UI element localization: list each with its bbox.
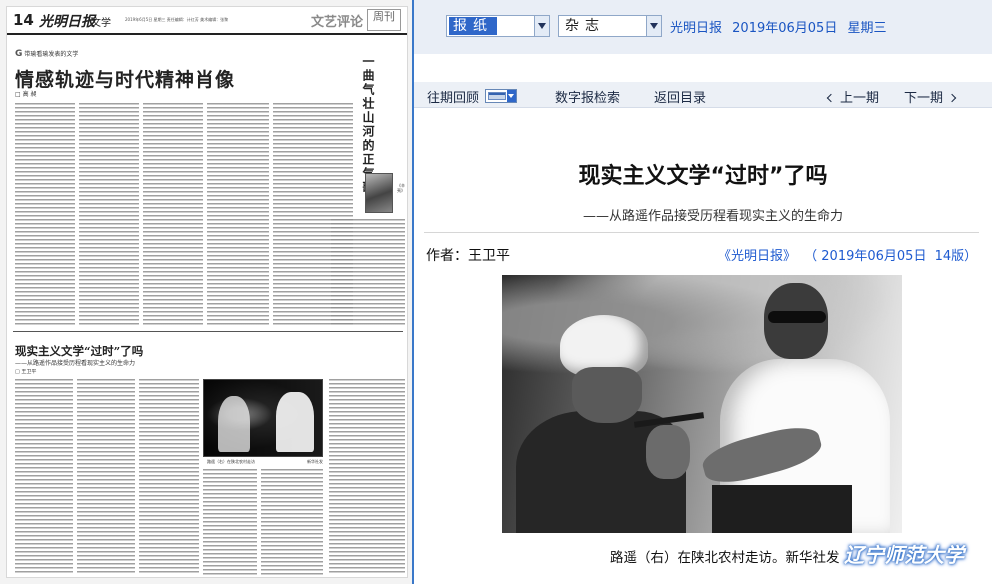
body-text-column [15,379,73,575]
title-divider [424,232,979,233]
photo-figure [218,396,250,452]
chevron-left-icon [826,93,836,102]
body-text-column [207,103,269,325]
photo-caption: 路遥（右）在陕北农村走访。新华社发 [610,550,840,566]
article-photo-thumbnail[interactable] [203,379,323,457]
chevron-down-icon [507,90,516,102]
newspaper-page-image[interactable]: 14 光明日报 文学 2019年6月5日 星期三 责任编辑：计红芳 美术编辑：张… [6,6,408,578]
tagline-text: 带瑜看瑜发表的文学 [24,51,79,58]
body-text-column [331,219,405,325]
lead-article-headline[interactable]: 情感轨迹与时代精神肖像 [15,65,235,92]
body-text-column [329,379,405,575]
page-header-info: 2019年6月5日 星期三 责任编辑：计红芳 美术编辑：张黎 [125,17,229,22]
article-subtitle: ——从路遥作品接受历程看现实主义的生命力 [582,209,843,224]
current-issue-label: 光明日报 2019年06月05日 星期三 [670,17,892,36]
body-text-column [15,103,75,325]
book-caption: 《辛夷》 [397,183,405,193]
source-paper: 《光明日报》 [718,249,797,264]
article-title: 现实主义文学“过时”了吗 [578,164,828,189]
newspaper-page-panel: 14 光明日报 文学 2019年6月5日 星期三 责任编辑：计红芳 美术编辑：张… [0,0,414,584]
type-select-value: 报纸 [449,17,497,35]
book-cover-image [365,173,393,213]
magazine-select[interactable]: 杂志 [558,15,662,37]
newspaper-masthead: 14 光明日报 文学 2019年6月5日 星期三 责任编辑：计红芳 美术编辑：张… [7,7,407,35]
calendar-dropdown-button[interactable] [485,89,517,103]
thumbnail-photo-credit: 新华社发 [307,459,323,464]
type-select[interactable]: 报纸 [446,15,550,37]
prev-issue-link[interactable]: 上一期 [822,87,879,106]
photo-figure [712,485,852,533]
next-issue-link[interactable]: 下一期 [904,87,961,106]
chevron-down-icon[interactable] [534,16,549,36]
body-text-column [143,103,203,325]
issue-selector-toolbar: 报纸 杂志 光明日报 2019年06月05日 星期三 [414,0,992,54]
body-text-column [139,379,199,575]
prev-issue-label: 上一期 [840,91,880,106]
digital-search-link[interactable]: 数字报检索 [555,87,620,106]
article-content: 现实主义文学“过时”了吗 ——从路遥作品接受历程看现实主义的生命力 作者：王卫平… [414,108,992,584]
thumbnail-photo-caption: 路遥（右）在陕北农村走访 [207,459,255,464]
current-issue-date: 2019年06月05日 [732,21,838,36]
article-photo [502,275,902,533]
issue-nav-bar: 往期回顾 数字报检索 返回目录 上一期 下一期 [414,82,992,108]
back-to-index-link[interactable]: 返回目录 [654,87,706,106]
chevron-right-icon [947,93,957,102]
article-source: 《光明日报》 （ 2019年06月05日 14版） [718,245,981,264]
second-article-author: □ 王卫平 [15,369,37,375]
toolbar-spacer [414,54,992,82]
photo-figure [768,311,826,323]
chevron-down-icon[interactable] [646,16,661,36]
page-section: 文学 [91,18,111,29]
body-text-column [261,469,323,575]
lead-article-author: □ 高 昶 [15,91,37,98]
second-article-subheadline: ——从路遥作品接受历程看现实主义的生命力 [15,360,136,367]
article-author: 作者：王卫平 [426,248,510,264]
page-tagline: G 带瑜看瑜发表的文学 [15,49,78,59]
source-page: 14版） [934,249,978,264]
next-issue-label: 下一期 [904,91,944,106]
body-text-column [79,103,139,325]
body-text-column [77,379,135,575]
history-link[interactable]: 往期回顾 [427,87,479,106]
watermark: 辽宁师范大学 [844,543,964,567]
body-text-column [203,469,257,575]
column-title: 文艺评论 [310,15,363,30]
tagline-mark: G [15,49,23,59]
magazine-select-value: 杂志 [561,17,609,35]
photo-figure [276,392,314,452]
photo-figure [572,367,642,423]
source-date: （ 2019年06月05日 [804,249,927,264]
calendar-icon [488,92,506,100]
current-issue-weekday: 星期三 [847,21,887,36]
column-week-badge: 周刊 [367,9,401,31]
current-paper-name: 光明日报 [670,21,723,36]
page-number: 14 [13,11,34,29]
paper-name-logo: 光明日报 [39,14,95,30]
photo-figure [646,425,690,479]
second-article-headline[interactable]: 现实主义文学“过时”了吗 [15,343,143,359]
article-divider [13,331,403,332]
